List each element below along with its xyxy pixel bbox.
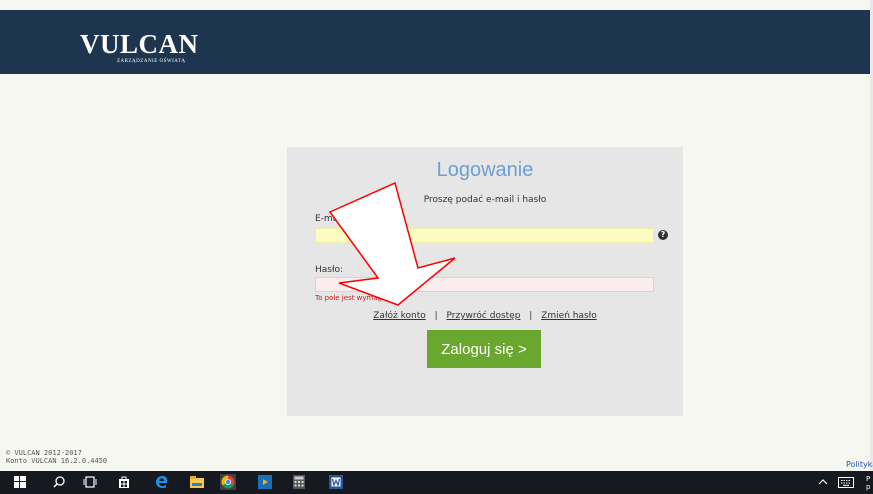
password-error: To pole jest wymagane [315,294,396,302]
keyboard-icon[interactable] [838,474,854,490]
login-panel: Logowanie Proszę podać e-mail i hasło E-… [287,147,683,416]
logo-subtitle: ZARZĄDZANIE OŚWIATĄ [117,59,186,64]
privacy-policy-link[interactable]: Polityka [846,460,873,469]
logo-text: VULCAN [80,29,199,59]
password-field[interactable] [315,277,654,292]
create-account-link[interactable]: Załóż konto [373,311,425,321]
chrome-icon[interactable] [220,474,236,490]
chevron-up-icon[interactable] [815,474,831,490]
footer-copyright: © VULCAN 2012-2017 Konto VULCAN 16.2.0.4… [6,449,107,465]
windows-taskbar [0,471,873,494]
media-player-icon[interactable] [257,474,273,490]
clock-line: P [866,475,871,483]
edge-icon[interactable] [154,474,170,490]
search-icon[interactable] [51,474,67,490]
windows-start-icon[interactable] [12,474,28,490]
restore-access-link[interactable]: Przywróć dostęp [447,311,521,321]
link-separator: | [434,311,438,321]
word-icon[interactable] [328,474,344,490]
login-title: Logowanie [436,159,534,181]
email-label: E-mail: [315,214,347,224]
store-icon[interactable] [116,474,132,490]
calculator-icon[interactable] [291,474,307,490]
taskbar-clock[interactable]: P p [866,475,870,491]
link-separator: | [529,311,533,321]
file-explorer-icon[interactable] [189,474,205,490]
password-label: Hasło: [315,265,344,275]
login-button[interactable]: Zaloguj się > [427,330,541,368]
site-header: VULCAN ZARZĄDZANIE OŚWIATĄ [0,10,870,74]
vulcan-logo[interactable]: VULCAN ZARZĄDZANIE OŚWIATĄ [80,29,199,65]
email-field[interactable] [315,228,654,243]
account-links: Załóż konto | Przywróć dostęp | Zmień ha… [287,311,683,321]
login-subtitle: Proszę podać e-mail i hasło [423,195,547,205]
copyright-text: © VULCAN 2012-2017 [6,449,82,457]
clock-line: p [866,483,871,491]
change-password-link[interactable]: Zmień hasło [541,311,597,321]
task-view-icon[interactable] [82,474,98,490]
version-text: Konto VULCAN 16.2.0.4450 [6,457,108,465]
question-circle-icon[interactable]: ? [658,230,668,240]
